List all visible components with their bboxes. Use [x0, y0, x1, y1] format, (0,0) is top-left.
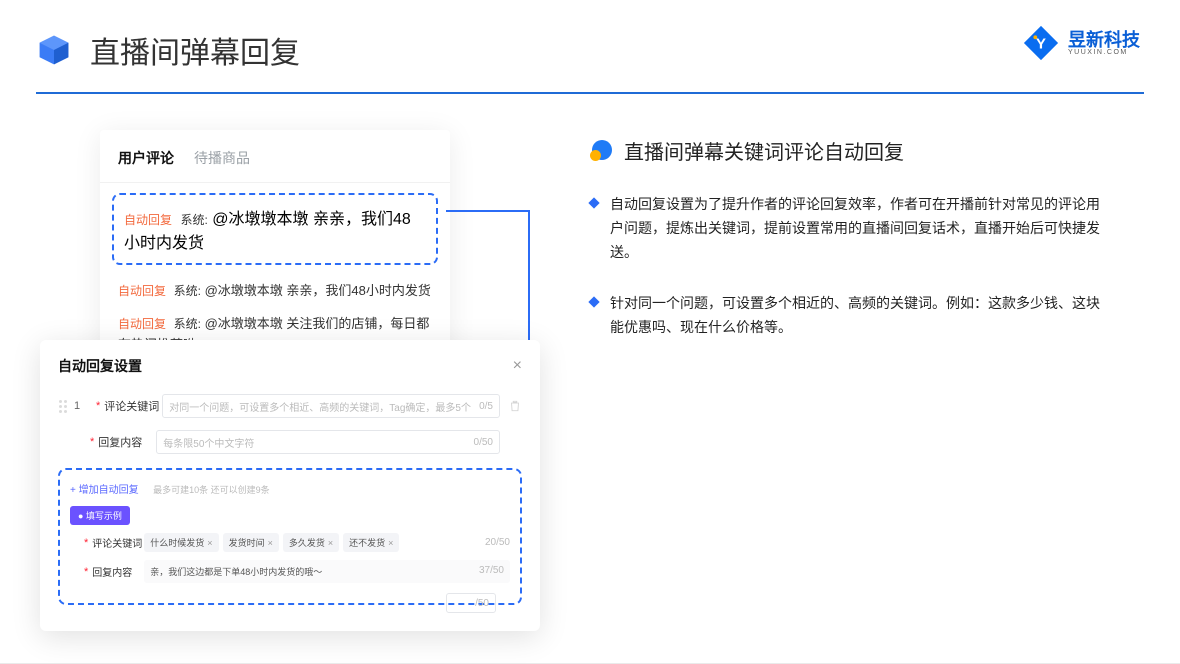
example-section: + 增加自动回复 最多可建10条 还可以创建9条 ● 填写示例 * 评论关键词 … [58, 468, 522, 605]
paragraph-text: 针对同一个问题，可设置多个相近的、高频的关键词。例如：这款多少钱、这块能优惠吗、… [610, 292, 1110, 340]
paragraph: 自动回复设置为了提升作者的评论回复效率，作者可在开播前针对常见的评论用户问题，提… [590, 193, 1110, 264]
keyword-chips: 什么时候发货× 发货时间× 多久发货× 还不发货× [144, 533, 477, 552]
char-counter: 0/5 [479, 401, 493, 412]
drag-handle-icon[interactable] [58, 399, 68, 413]
auto-reply-tag: 自动回复 [124, 213, 172, 227]
row-index: 1 [74, 400, 88, 412]
keyword-input[interactable]: 对同一个问题，可设置多个相近、高频的关键词，Tag确定，最多5个 0/5 [162, 394, 500, 418]
brand-icon: Y [1022, 24, 1060, 62]
section-head: 直播间弹幕关键词评论自动回复 [590, 136, 1110, 165]
char-counter: 37/50 [479, 565, 504, 578]
chip-remove-icon[interactable]: × [207, 538, 212, 548]
trash-icon[interactable] [508, 399, 522, 413]
keyword-label: 评论关键词 [92, 535, 144, 550]
chip[interactable]: 什么时候发货× [144, 533, 218, 552]
example-pill: ● 填写示例 [70, 506, 130, 525]
placeholder-text: 每条限50个中文字符 [163, 435, 473, 450]
chip[interactable]: 还不发货× [343, 533, 399, 552]
diamond-bullet-icon [588, 297, 599, 308]
example-content-input[interactable]: 亲，我们这边都是下单48小时内发货的哦～ 37/50 [144, 560, 510, 583]
example-keyword-row: * 评论关键词 什么时候发货× 发货时间× 多久发货× 还不发货× 20/50 [70, 533, 510, 552]
settings-card: 自动回复设置 × 1 * 评论关键词 对同一个问题，可设置多个相近、高频的关键词… [40, 340, 540, 631]
chip[interactable]: 发货时间× [223, 533, 279, 552]
required-icon: * [84, 566, 88, 578]
section-title: 直播间弹幕关键词评论自动回复 [624, 136, 904, 165]
comment-item: 自动回复 系统: @冰墩墩本墩 亲亲，我们48小时内发货 [100, 271, 450, 304]
comment-text: @冰墩墩本墩 亲亲，我们48小时内发货 [205, 283, 431, 298]
required-icon: * [90, 436, 94, 448]
chip-remove-icon[interactable]: × [328, 538, 333, 548]
content-value: 亲，我们这边都是下单48小时内发货的哦～ [150, 565, 479, 578]
keyword-row: 1 * 评论关键词 对同一个问题，可设置多个相近、高频的关键词，Tag确定，最多… [58, 394, 522, 418]
add-note: 最多可建10条 还可以创建9条 [153, 485, 270, 495]
content-input[interactable]: 每条限50个中文字符 0/50 [156, 430, 500, 454]
settings-title: 自动回复设置 [58, 356, 142, 376]
tab-user-comments[interactable]: 用户评论 [118, 148, 174, 168]
cube-icon [36, 32, 72, 68]
page-header: 直播间弹幕回复 [0, 0, 1180, 84]
page-title: 直播间弹幕回复 [90, 28, 300, 72]
diamond-bullet-icon [588, 197, 599, 208]
svg-text:Y: Y [1036, 36, 1046, 53]
paragraph-text: 自动回复设置为了提升作者的评论回复效率，作者可在开播前针对常见的评论用户问题，提… [610, 193, 1110, 264]
keyword-label: 评论关键词 [104, 398, 162, 414]
required-icon: * [84, 537, 88, 549]
chip[interactable]: 多久发货× [283, 533, 339, 552]
content-label: 回复内容 [98, 434, 156, 450]
system-label: 系统: [174, 317, 201, 331]
paragraph: 针对同一个问题，可设置多个相近的、高频的关键词。例如：这款多少钱、这块能优惠吗、… [590, 292, 1110, 340]
example-content-row: * 回复内容 亲，我们这边都是下单48小时内发货的哦～ 37/50 [70, 560, 510, 583]
char-counter: 20/50 [485, 537, 510, 548]
tab-pending-goods[interactable]: 待播商品 [194, 148, 250, 168]
brand-logo: Y 昱新科技 YUUXIN.COM [1022, 24, 1140, 62]
auto-reply-tag: 自动回复 [118, 284, 166, 298]
char-counter: 0/50 [474, 437, 493, 448]
content-row: * 回复内容 每条限50个中文字符 0/50 [58, 430, 522, 454]
highlighted-comment: 自动回复 系统: @冰墩墩本墩 亲亲，我们48小时内发货 [112, 193, 438, 265]
system-label: 系统: [174, 284, 201, 298]
chip-remove-icon[interactable]: × [268, 538, 273, 548]
footer-counter: /50 [446, 593, 496, 613]
placeholder-text: 对同一个问题，可设置多个相近、高频的关键词，Tag确定，最多5个 [169, 399, 479, 414]
close-icon[interactable]: × [513, 357, 522, 375]
add-reply-link[interactable]: + 增加自动回复 [70, 485, 139, 496]
system-label: 系统: [180, 213, 207, 227]
brand-url: YUUXIN.COM [1068, 49, 1140, 56]
right-column: 直播间弹幕关键词评论自动回复 自动回复设置为了提升作者的评论回复效率，作者可在开… [550, 130, 1110, 381]
brand-name: 昱新科技 [1068, 31, 1140, 49]
content-label: 回复内容 [92, 564, 144, 579]
auto-reply-tag: 自动回复 [118, 317, 166, 331]
bullet-icon [590, 140, 612, 162]
connector-line [446, 210, 528, 212]
chip-remove-icon[interactable]: × [388, 538, 393, 548]
required-icon: * [96, 400, 100, 412]
left-column: 用户评论 待播商品 自动回复 系统: @冰墩墩本墩 亲亲，我们48小时内发货 自… [40, 130, 550, 381]
